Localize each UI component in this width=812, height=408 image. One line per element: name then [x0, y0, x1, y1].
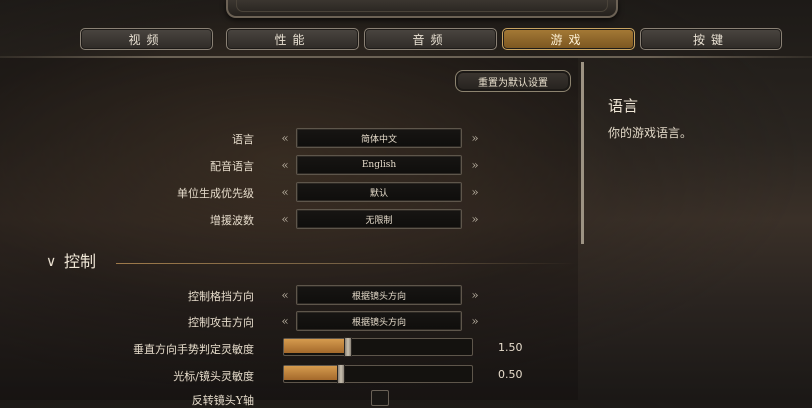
- tab-video[interactable]: 视频: [80, 28, 213, 50]
- tab-keybindings[interactable]: 按键: [640, 28, 782, 50]
- cursor-camera-sensitivity-value: 0.50: [498, 368, 523, 381]
- voice-language-label: 配音语言: [210, 160, 254, 173]
- slider-thumb[interactable]: [337, 364, 345, 384]
- language-selector[interactable]: « 简体中文 »: [276, 128, 484, 148]
- double-chevron-right-icon[interactable]: »: [466, 312, 484, 330]
- settings-tabs: 视频 性能 音频 游戏 按键: [80, 28, 782, 50]
- description-text: 你的游戏语言。: [608, 126, 693, 140]
- reset-defaults-button[interactable]: 重置为默认设置: [455, 70, 571, 92]
- tab-audio[interactable]: 音频: [364, 28, 497, 50]
- voice-language-selector[interactable]: « English »: [276, 155, 484, 175]
- double-chevron-left-icon[interactable]: «: [276, 183, 294, 201]
- cursor-camera-sensitivity-label: 光标/镜头灵敏度: [173, 370, 254, 383]
- tab-performance[interactable]: 性能: [226, 28, 359, 50]
- reinforcement-waves-selector[interactable]: « 无限制 »: [276, 209, 484, 229]
- double-chevron-right-icon[interactable]: »: [466, 129, 484, 147]
- tab-gameplay[interactable]: 游戏: [502, 28, 635, 50]
- chevron-down-icon[interactable]: ∨: [46, 252, 56, 272]
- control-section-header[interactable]: ∨ 控制: [46, 252, 578, 272]
- double-chevron-left-icon[interactable]: «: [276, 156, 294, 174]
- vertical-gesture-sensitivity-value: 1.50: [498, 341, 523, 354]
- block-direction-label: 控制格挡方向: [188, 290, 254, 303]
- slider-fill: [284, 339, 347, 353]
- vertical-gesture-sensitivity-slider[interactable]: [283, 337, 473, 357]
- unit-spawn-priority-value: 默认: [296, 182, 462, 202]
- block-direction-selector[interactable]: « 根据镜头方向 »: [276, 285, 484, 305]
- block-direction-value: 根据镜头方向: [296, 285, 462, 305]
- cursor-camera-sensitivity-slider[interactable]: [283, 364, 473, 384]
- double-chevron-right-icon[interactable]: »: [466, 210, 484, 228]
- double-chevron-right-icon[interactable]: »: [466, 286, 484, 304]
- section-divider: [116, 263, 576, 264]
- settings-scrollbar[interactable]: [581, 62, 584, 244]
- slider-fill: [284, 366, 340, 380]
- description-title: 语言: [608, 97, 639, 115]
- control-section-title: 控制: [64, 252, 97, 271]
- top-header-frame: [226, 0, 618, 18]
- invert-camera-y-checkbox[interactable]: [371, 390, 389, 406]
- reinforcement-waves-value: 无限制: [296, 209, 462, 229]
- slider-thumb[interactable]: [344, 337, 352, 357]
- double-chevron-left-icon[interactable]: «: [276, 312, 294, 330]
- unit-spawn-priority-selector[interactable]: « 默认 »: [276, 182, 484, 202]
- attack-direction-label: 控制攻击方向: [188, 316, 254, 329]
- invert-camera-y-label: 反转镜头Y轴: [191, 394, 254, 407]
- language-label: 语言: [232, 133, 254, 146]
- unit-spawn-priority-label: 单位生成优先级: [177, 187, 254, 200]
- reinforcement-waves-label: 增援波数: [210, 214, 254, 227]
- attack-direction-value: 根据镜头方向: [296, 311, 462, 331]
- double-chevron-left-icon[interactable]: «: [276, 129, 294, 147]
- double-chevron-right-icon[interactable]: »: [466, 156, 484, 174]
- double-chevron-right-icon[interactable]: »: [466, 183, 484, 201]
- vertical-gesture-sensitivity-label: 垂直方向手势判定灵敏度: [133, 343, 254, 356]
- double-chevron-left-icon[interactable]: «: [276, 210, 294, 228]
- language-value: 简体中文: [296, 128, 462, 148]
- attack-direction-selector[interactable]: « 根据镜头方向 »: [276, 311, 484, 331]
- double-chevron-left-icon[interactable]: «: [276, 286, 294, 304]
- voice-language-value: English: [296, 155, 462, 175]
